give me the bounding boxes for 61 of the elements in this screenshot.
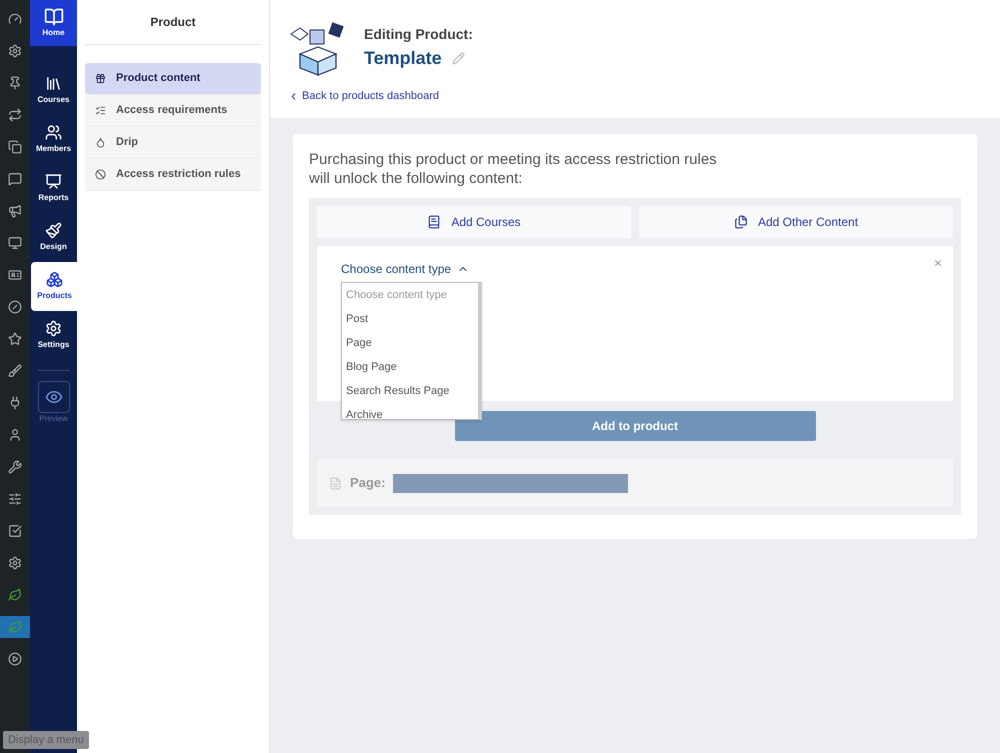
book-icon (427, 215, 442, 229)
content-type-toggle[interactable]: Choose content type (341, 260, 470, 278)
panel-menu-item[interactable]: Drip (85, 127, 261, 159)
dropdown-option[interactable]: Page (342, 331, 478, 355)
item-label: Page: (350, 474, 386, 492)
brush-icon (45, 222, 62, 239)
book-icon (44, 7, 64, 27)
nav-item[interactable]: Design (30, 213, 77, 262)
brush-icon (8, 364, 22, 378)
megaphone-icon (8, 204, 22, 218)
panel-title: Product (85, 0, 261, 45)
nav-item[interactable]: Members (30, 115, 77, 164)
gear-icon (8, 44, 22, 58)
check-square-icon (8, 524, 22, 538)
close-icon[interactable] (933, 258, 943, 268)
sliders-icon (8, 492, 22, 506)
books-icon (45, 75, 62, 92)
nav-item[interactable]: Settings (30, 311, 77, 360)
star-icon (8, 332, 22, 346)
intro-text: Purchasing this product or meeting its access restriction rules will unlock the following content: (309, 150, 718, 188)
nav-item[interactable]: Reports (30, 164, 77, 213)
comment-icon (8, 172, 22, 186)
leaf-icon (8, 620, 22, 634)
ban-icon (95, 169, 106, 180)
gauge-icon (8, 12, 22, 26)
gear-icon (8, 556, 22, 570)
reports-icon (45, 173, 62, 190)
panel-menu-item[interactable]: Product content (85, 63, 261, 95)
home-button[interactable]: Home (30, 0, 77, 46)
members-icon (45, 124, 62, 141)
card-icon (8, 268, 22, 282)
dropdown-option[interactable]: Blog Page (342, 355, 478, 379)
dropdown-option[interactable]: Post (342, 307, 478, 331)
document-icon (329, 476, 342, 490)
nav-item[interactable]: Products (31, 262, 78, 311)
monitor-icon (8, 236, 22, 250)
list-icon (95, 105, 106, 116)
add-content-button[interactable]: Add Courses (317, 206, 631, 238)
plug-icon (8, 396, 22, 410)
repeat-icon (8, 108, 22, 122)
panel-menu-item[interactable]: Access restriction rules (85, 159, 261, 191)
gear-icon (45, 320, 62, 337)
dropdown-option[interactable]: Search Results Page (342, 379, 478, 403)
editing-label: Editing Product: (364, 25, 473, 44)
boxes-icon (46, 271, 63, 288)
product-title: Template (364, 47, 442, 70)
user-icon (8, 428, 22, 442)
copy-icon (734, 215, 748, 229)
leaf-icon (8, 588, 22, 602)
panel-menu-item[interactable]: Access requirements (85, 95, 261, 127)
eye-icon (38, 381, 70, 413)
pin-icon (8, 76, 22, 90)
pages-icon (8, 140, 22, 154)
tooltip: Display a menu (3, 730, 89, 749)
nav-item[interactable]: Courses (30, 66, 77, 115)
drop-icon (95, 137, 106, 148)
gift-icon (95, 73, 106, 84)
back-link[interactable]: Back to products dashboard (288, 88, 439, 104)
add-content-button[interactable]: Add Other Content (639, 206, 953, 238)
wrench-icon (8, 460, 22, 474)
play-icon (8, 652, 22, 666)
